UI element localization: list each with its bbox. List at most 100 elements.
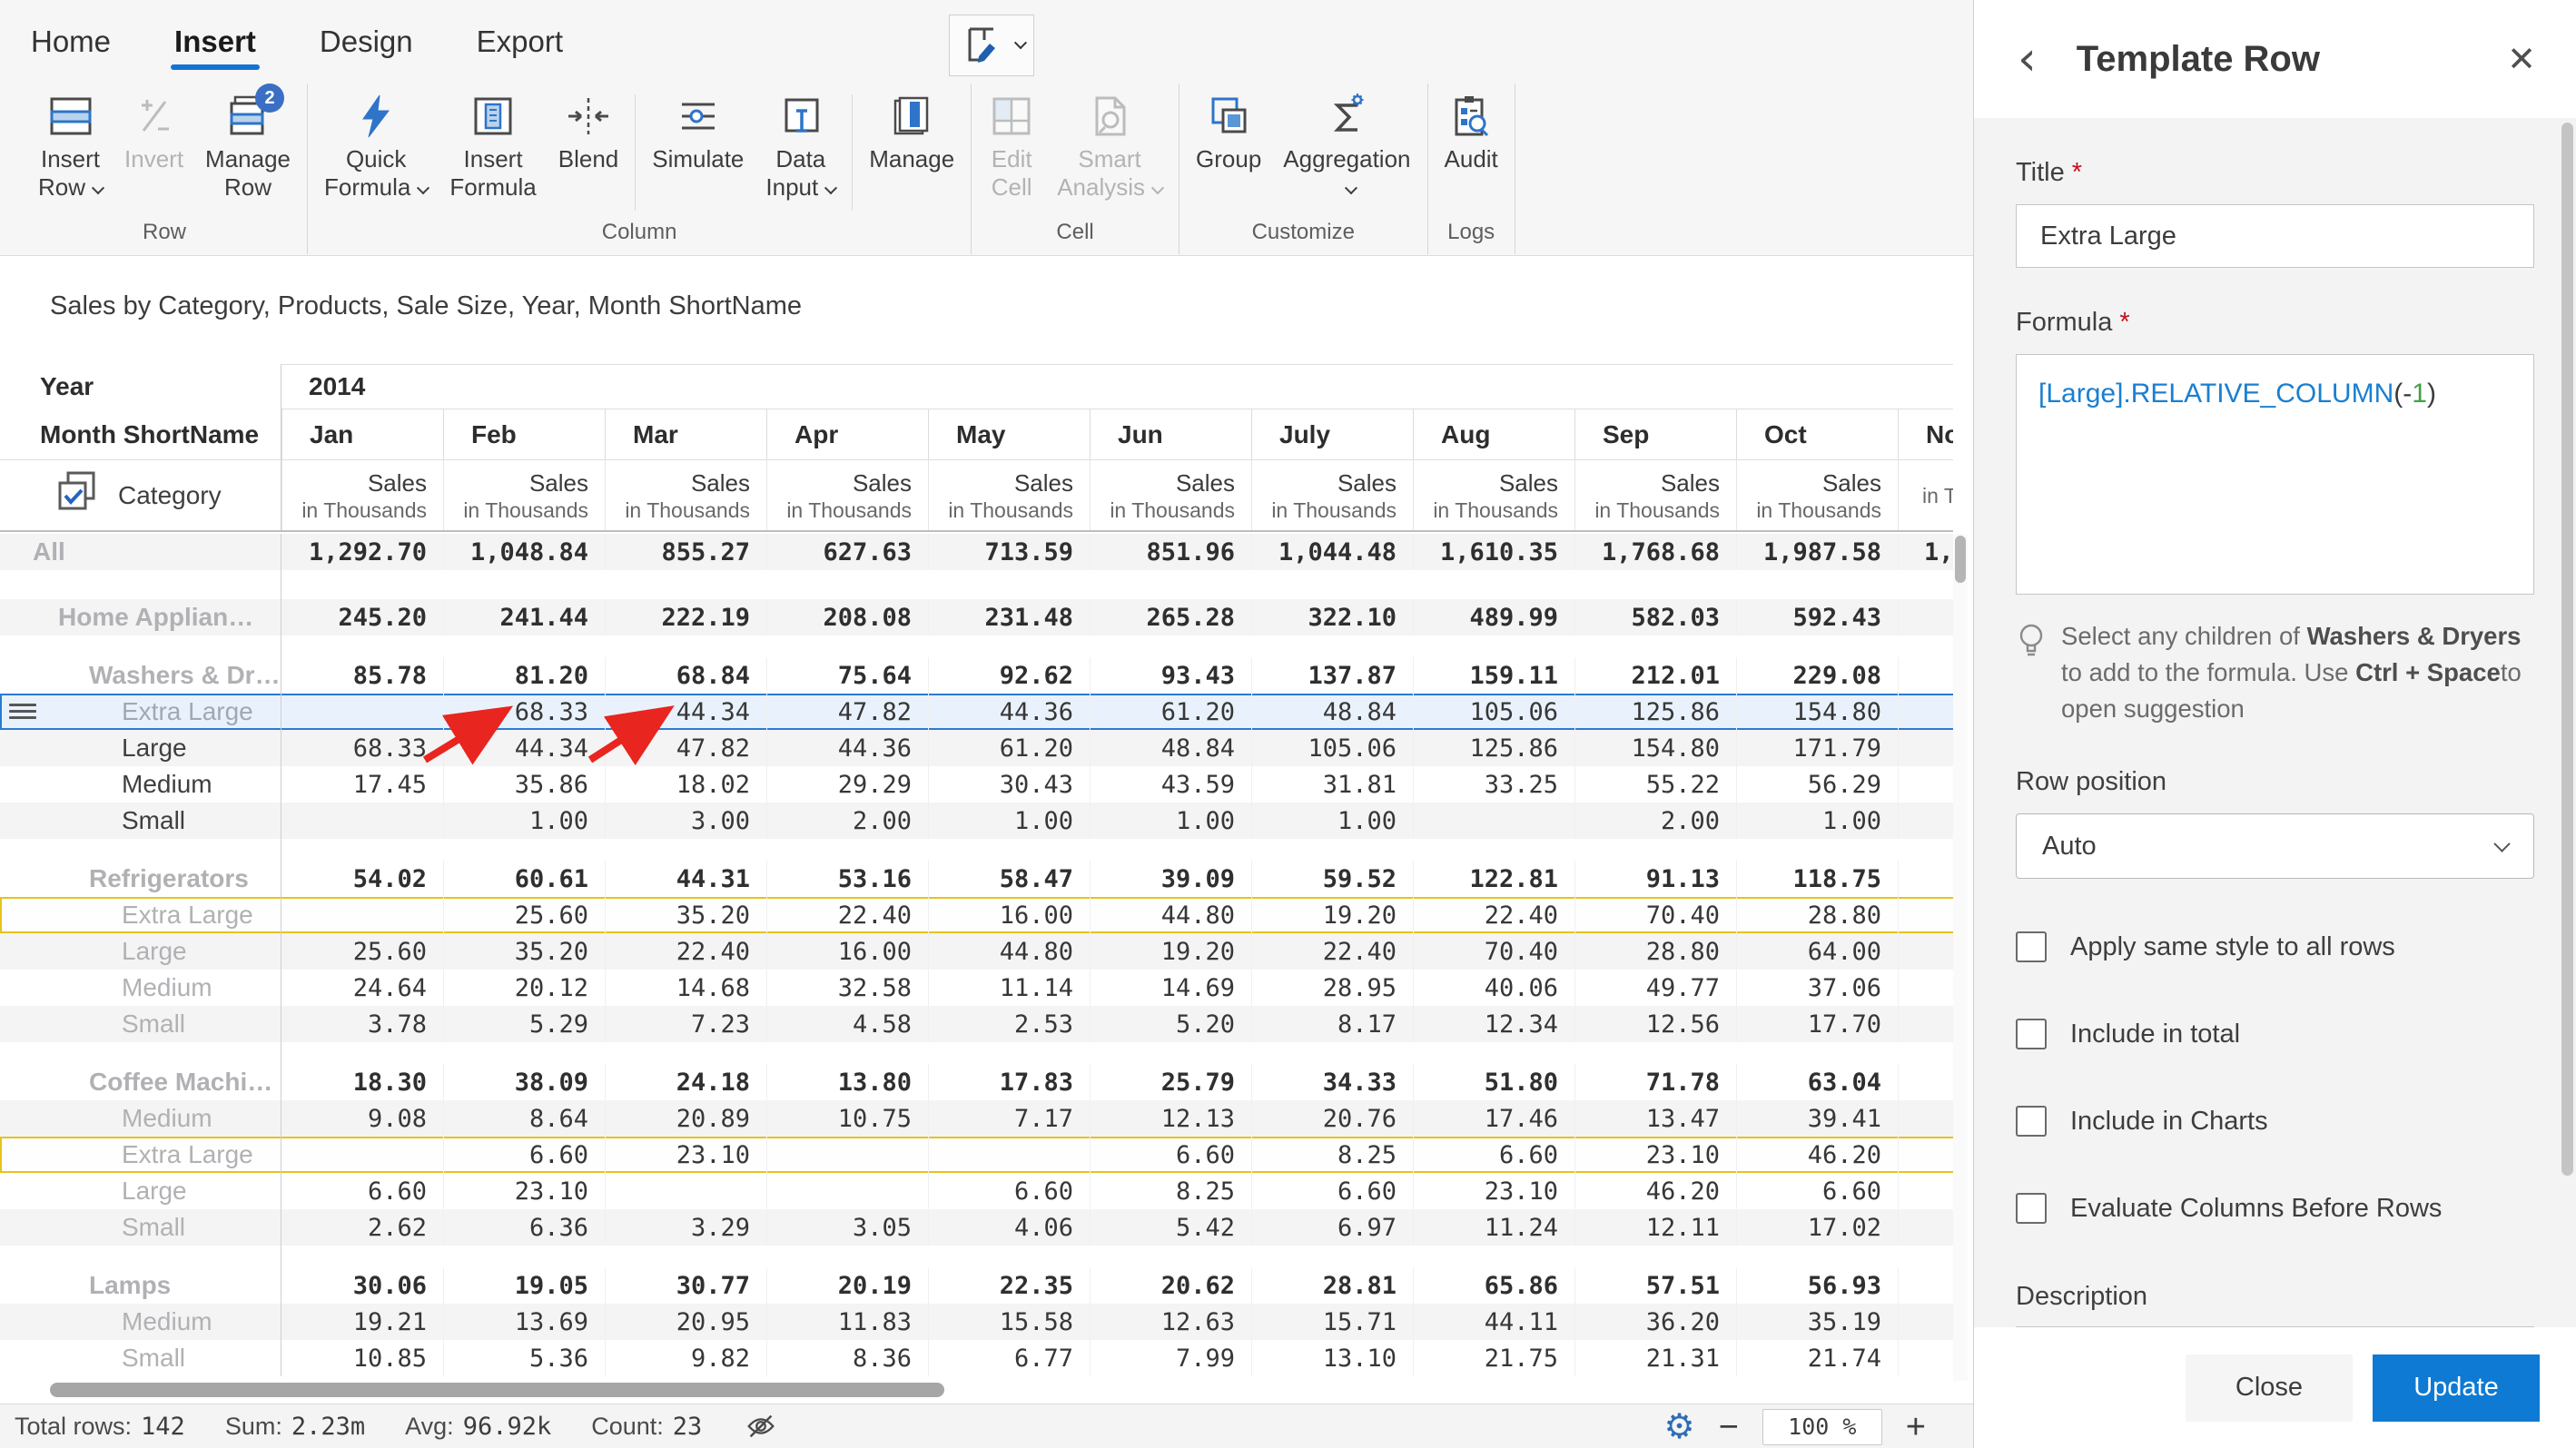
value-cell[interactable]: 105.06 — [1413, 694, 1574, 730]
checkbox-box[interactable] — [2016, 1019, 2047, 1049]
value-cell[interactable] — [1898, 1137, 1953, 1173]
value-cell[interactable]: 44.34 — [605, 694, 766, 730]
value-cell[interactable]: 54.02 — [281, 861, 443, 897]
value-cell[interactable]: 56.29 — [1736, 766, 1898, 803]
value-cell[interactable] — [1898, 933, 1953, 970]
value-cell[interactable]: 159.11 — [1413, 657, 1574, 694]
tab-design[interactable]: Design — [316, 6, 417, 77]
value-cell[interactable]: 23.10 — [443, 1173, 605, 1209]
value-cell[interactable]: 22.40 — [605, 933, 766, 970]
value-cell[interactable]: 68.33 — [281, 730, 443, 766]
value-cell[interactable]: 17.02 — [1736, 1209, 1898, 1246]
value-cell[interactable]: 22.35 — [928, 1267, 1090, 1304]
value-cell[interactable]: 125.86 — [1413, 730, 1574, 766]
value-cell[interactable]: 44.80 — [1090, 897, 1251, 933]
value-cell[interactable]: 8.25 — [1251, 1137, 1413, 1173]
value-cell[interactable]: 48.84 — [1251, 694, 1413, 730]
value-cell[interactable]: 122.81 — [1413, 861, 1574, 897]
value-cell[interactable] — [1898, 1340, 1953, 1376]
value-cell[interactable]: 70.40 — [1574, 897, 1736, 933]
value-cell[interactable]: 46.20 — [1574, 1173, 1736, 1209]
value-cell[interactable]: 7.23 — [605, 1006, 766, 1042]
month-header-may[interactable]: May — [928, 409, 1090, 459]
value-cell[interactable]: 1,044.48 — [1251, 534, 1413, 570]
value-cell[interactable]: 222.19 — [605, 599, 766, 635]
value-cell[interactable]: 8.64 — [443, 1100, 605, 1137]
value-cell[interactable]: 35.19 — [1736, 1304, 1898, 1340]
value-cell[interactable]: 38.09 — [443, 1064, 605, 1100]
value-cell[interactable]: 22.40 — [1251, 933, 1413, 970]
value-cell[interactable]: 49.77 — [1574, 970, 1736, 1006]
value-cell[interactable]: 582.03 — [1574, 599, 1736, 635]
value-cell[interactable]: 14.68 — [605, 970, 766, 1006]
value-cell[interactable]: 59.52 — [1251, 861, 1413, 897]
checkbox-evaluate-columns-before-rows[interactable]: Evaluate Columns Before Rows — [2016, 1193, 2534, 1224]
value-cell[interactable]: 154.80 — [1736, 694, 1898, 730]
insert-formula-button[interactable]: InsertFormula — [439, 91, 547, 203]
value-cell[interactable]: 65.86 — [1413, 1267, 1574, 1304]
value-cell[interactable]: 20.19 — [766, 1267, 928, 1304]
value-cell[interactable]: 35.20 — [443, 933, 605, 970]
value-cell[interactable]: 9.08 — [281, 1100, 443, 1137]
value-cell[interactable]: 6.36 — [443, 1209, 605, 1246]
value-cell[interactable]: 14.69 — [1090, 970, 1251, 1006]
value-cell[interactable]: 58.47 — [928, 861, 1090, 897]
value-cell[interactable]: 55.22 — [1574, 766, 1736, 803]
value-cell[interactable]: 11.14 — [928, 970, 1090, 1006]
value-cell[interactable]: 15.71 — [1251, 1304, 1413, 1340]
value-cell[interactable]: 40.06 — [1413, 970, 1574, 1006]
value-cell[interactable]: 2.62 — [281, 1209, 443, 1246]
value-cell[interactable]: 22.40 — [766, 897, 928, 933]
value-cell[interactable]: 44.34 — [443, 730, 605, 766]
table-row-washers-dr-[interactable]: Washers & Dr…85.7881.2068.8475.6492.6293… — [0, 657, 1953, 694]
value-cell[interactable]: 16.00 — [766, 933, 928, 970]
value-cell[interactable]: 63.04 — [1736, 1064, 1898, 1100]
value-cell[interactable]: 105.06 — [1251, 730, 1413, 766]
table-row-large[interactable]: Large6.6023.106.608.256.6023.1046.206.60 — [0, 1173, 1953, 1209]
vertical-scrollbar-thumb[interactable] — [1955, 536, 1966, 583]
value-cell[interactable] — [1898, 694, 1953, 730]
value-cell[interactable]: 2.00 — [1574, 803, 1736, 839]
table-row-small[interactable]: Small10.855.369.828.366.777.9913.1021.75… — [0, 1340, 1953, 1376]
value-cell[interactable] — [1898, 1267, 1953, 1304]
value-cell[interactable]: 8.17 — [1251, 1006, 1413, 1042]
value-cell[interactable]: 23.10 — [1574, 1137, 1736, 1173]
zoom-level[interactable]: 100 % — [1762, 1409, 1882, 1445]
month-header-sep[interactable]: Sep — [1574, 409, 1736, 459]
value-cell[interactable]: 16.00 — [928, 897, 1090, 933]
value-cell[interactable]: 21.31 — [1574, 1340, 1736, 1376]
tab-insert[interactable]: Insert — [171, 6, 260, 77]
table-row-extra-large[interactable]: Extra Large25.6035.2022.4016.0044.8019.2… — [0, 897, 1953, 933]
value-cell[interactable]: 30.06 — [281, 1267, 443, 1304]
value-cell[interactable]: 21.75 — [1413, 1340, 1574, 1376]
value-cell[interactable]: 208.08 — [766, 599, 928, 635]
value-cell[interactable]: 71.78 — [1574, 1064, 1736, 1100]
table-row-extra-large[interactable]: Extra Large6.6023.106.608.256.6023.1046.… — [0, 1137, 1953, 1173]
value-cell[interactable] — [928, 1137, 1090, 1173]
value-cell[interactable]: 61.20 — [928, 730, 1090, 766]
value-cell[interactable]: 11.83 — [766, 1304, 928, 1340]
tab-export[interactable]: Export — [473, 6, 567, 77]
horizontal-scrollbar[interactable] — [0, 1381, 1953, 1399]
value-cell[interactable] — [1898, 1209, 1953, 1246]
value-cell[interactable]: 489.99 — [1413, 599, 1574, 635]
value-cell[interactable]: 19.21 — [281, 1304, 443, 1340]
value-cell[interactable]: 6.60 — [1090, 1137, 1251, 1173]
value-cell[interactable]: 21.74 — [1736, 1340, 1898, 1376]
value-cell[interactable]: 3.29 — [605, 1209, 766, 1246]
value-cell[interactable]: 592.43 — [1736, 599, 1898, 635]
value-cell[interactable]: 713.59 — [928, 534, 1090, 570]
back-icon[interactable]: ‹ — [2018, 35, 2037, 83]
table-row-medium[interactable]: Medium17.4535.8618.0229.2930.4343.5931.8… — [0, 766, 1953, 803]
value-cell[interactable]: 1, — [1898, 534, 1953, 570]
value-cell[interactable]: 20.95 — [605, 1304, 766, 1340]
value-cell[interactable]: 9.82 — [605, 1340, 766, 1376]
table-row-coffee-machi-[interactable]: Coffee Machi…18.3038.0924.1813.8017.8325… — [0, 1064, 1953, 1100]
value-cell[interactable]: 64.00 — [1736, 933, 1898, 970]
table-row-small[interactable]: Small3.785.297.234.582.535.208.1712.3412… — [0, 1006, 1953, 1042]
value-cell[interactable]: 6.60 — [281, 1173, 443, 1209]
value-cell[interactable]: 12.11 — [1574, 1209, 1736, 1246]
value-cell[interactable]: 32.58 — [766, 970, 928, 1006]
checkbox-include-in-charts[interactable]: Include in Charts — [2016, 1106, 2534, 1137]
value-cell[interactable]: 48.84 — [1090, 730, 1251, 766]
